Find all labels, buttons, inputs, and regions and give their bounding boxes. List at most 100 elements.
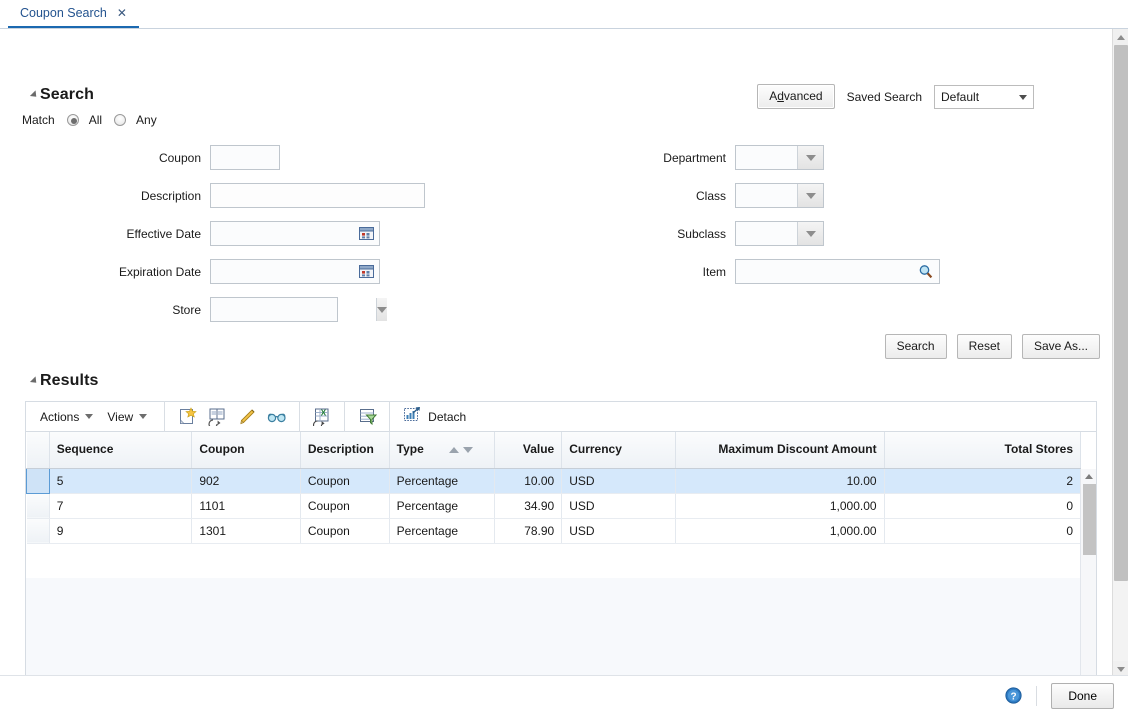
coupon-input[interactable] [210, 145, 280, 170]
item-input[interactable] [736, 260, 911, 283]
row-selector[interactable] [26, 467, 50, 494]
field-store-label: Store [172, 302, 201, 317]
calendar-icon[interactable] [359, 226, 374, 244]
match-row: Match All Any [22, 113, 157, 127]
saved-search-select[interactable]: Default [934, 84, 1034, 109]
advanced-accesskey: d [777, 89, 784, 103]
column-header-type[interactable]: Type [389, 432, 496, 469]
search-button[interactable]: Search [884, 334, 947, 359]
search-icon[interactable] [918, 264, 933, 282]
results-panel: Actions View X Detach Sequence Coupon De… [25, 401, 1097, 689]
table-row[interactable]: 9 1301 Coupon Percentage 78.90 USD 1,000… [26, 518, 1082, 544]
expiration-date-input[interactable] [211, 260, 351, 283]
save-as-button[interactable]: Save As... [1021, 334, 1100, 359]
advanced-button[interactable]: Advanced [757, 84, 835, 109]
results-section-header[interactable]: Results [33, 372, 99, 390]
advanced-and-saved-search: Advanced Saved Search Default [757, 84, 1034, 109]
cell-coupon-link[interactable]: 1301 [191, 518, 301, 544]
table-vertical-scrollbar[interactable] [1080, 469, 1096, 687]
tab-bar: Coupon Search ✕ [0, 0, 1128, 29]
page-vertical-scrollbar[interactable] [1112, 29, 1128, 677]
department-lov[interactable] [735, 145, 824, 170]
column-header-value[interactable]: Value [494, 432, 563, 469]
cell-description: Coupon [300, 468, 390, 494]
done-button[interactable]: Done [1051, 682, 1114, 709]
class-input[interactable] [736, 184, 797, 207]
create-icon[interactable] [172, 401, 202, 432]
cell-description: Coupon [300, 493, 390, 519]
column-header-total-stores[interactable]: Total Stores [884, 432, 1082, 469]
detach-button[interactable]: Detach [397, 401, 472, 432]
help-icon[interactable]: ? [1005, 687, 1022, 704]
chevron-down-icon [805, 192, 816, 199]
view-menu-label: View [107, 409, 134, 424]
page-scrollbar-thumb[interactable] [1114, 45, 1128, 581]
column-header-sequence[interactable]: Sequence [49, 432, 193, 469]
cell-coupon-link[interactable]: 902 [191, 468, 301, 494]
footer-divider [1036, 685, 1038, 706]
subclass-lov[interactable] [735, 221, 824, 246]
description-input[interactable] [210, 183, 425, 208]
duplicate-icon[interactable] [202, 401, 232, 432]
saved-search-value: Default [941, 89, 980, 104]
cell-type: Percentage [389, 468, 496, 494]
match-label: Match [22, 113, 55, 127]
sort-descending-icon[interactable] [463, 447, 474, 454]
row-selector[interactable] [26, 493, 50, 519]
chevron-down-icon [805, 154, 816, 161]
field-effective-date-label: Effective Date [126, 226, 201, 241]
cell-sequence: 7 [49, 493, 193, 519]
export-to-excel-icon[interactable]: X [307, 401, 337, 432]
effective-date-field[interactable] [210, 221, 380, 246]
column-header-maximum-discount-amount[interactable]: Maximum Discount Amount [675, 432, 885, 469]
store-input[interactable] [211, 298, 376, 321]
scroll-up-icon[interactable] [1113, 29, 1128, 45]
radio-match-any[interactable] [114, 114, 127, 126]
field-effective-date: Effective Date [60, 221, 380, 246]
close-icon[interactable]: ✕ [117, 7, 127, 19]
query-by-example-icon[interactable] [352, 401, 382, 432]
scroll-up-icon[interactable] [1081, 469, 1096, 484]
tab-coupon-search[interactable]: Coupon Search ✕ [8, 0, 139, 29]
cell-description: Coupon [300, 518, 390, 544]
effective-date-input[interactable] [211, 222, 351, 245]
table-empty-area [26, 578, 1096, 687]
item-search-field[interactable] [735, 259, 940, 284]
search-section-header[interactable]: Search [33, 86, 94, 104]
expiration-date-field[interactable] [210, 259, 380, 284]
table-row[interactable]: 5 902 Coupon Percentage 10.00 USD 10.00 … [26, 467, 1082, 494]
sort-ascending-icon[interactable] [449, 447, 460, 454]
edit-icon[interactable] [232, 401, 262, 432]
reset-button[interactable]: Reset [956, 334, 1012, 359]
sort-icons[interactable] [449, 447, 474, 454]
column-header-description[interactable]: Description [300, 432, 390, 469]
chevron-down-icon [377, 306, 387, 313]
dropdown-button[interactable] [797, 146, 823, 169]
radio-match-all[interactable] [66, 114, 79, 126]
detach-label: Detach [428, 409, 467, 424]
cell-currency: USD [561, 468, 676, 494]
dropdown-button[interactable] [376, 298, 387, 321]
store-lov[interactable] [210, 297, 387, 322]
dropdown-button[interactable] [797, 184, 823, 207]
field-expiration-date-label: Expiration Date [118, 264, 201, 279]
table-header-row: Sequence Coupon Description Type Value C… [26, 432, 1082, 469]
column-header-currency[interactable]: Currency [561, 432, 676, 469]
chevron-down-icon [85, 414, 94, 419]
calendar-icon[interactable] [359, 264, 374, 282]
row-selector[interactable] [26, 518, 50, 544]
chevron-down-icon [805, 230, 816, 237]
column-header-coupon[interactable]: Coupon [191, 432, 301, 469]
cell-coupon-link[interactable]: 1101 [191, 493, 301, 519]
field-description: Description [60, 183, 425, 208]
view-menu[interactable]: View [103, 401, 157, 432]
actions-menu[interactable]: Actions [36, 401, 103, 432]
row-selector-header [26, 432, 50, 469]
view-glasses-icon[interactable] [262, 401, 292, 432]
class-lov[interactable] [735, 183, 824, 208]
dropdown-button[interactable] [797, 222, 823, 245]
department-input[interactable] [736, 146, 797, 169]
subclass-input[interactable] [736, 222, 797, 245]
table-row[interactable]: 7 1101 Coupon Percentage 34.90 USD 1,000… [26, 493, 1082, 519]
table-scrollbar-thumb[interactable] [1083, 484, 1096, 555]
